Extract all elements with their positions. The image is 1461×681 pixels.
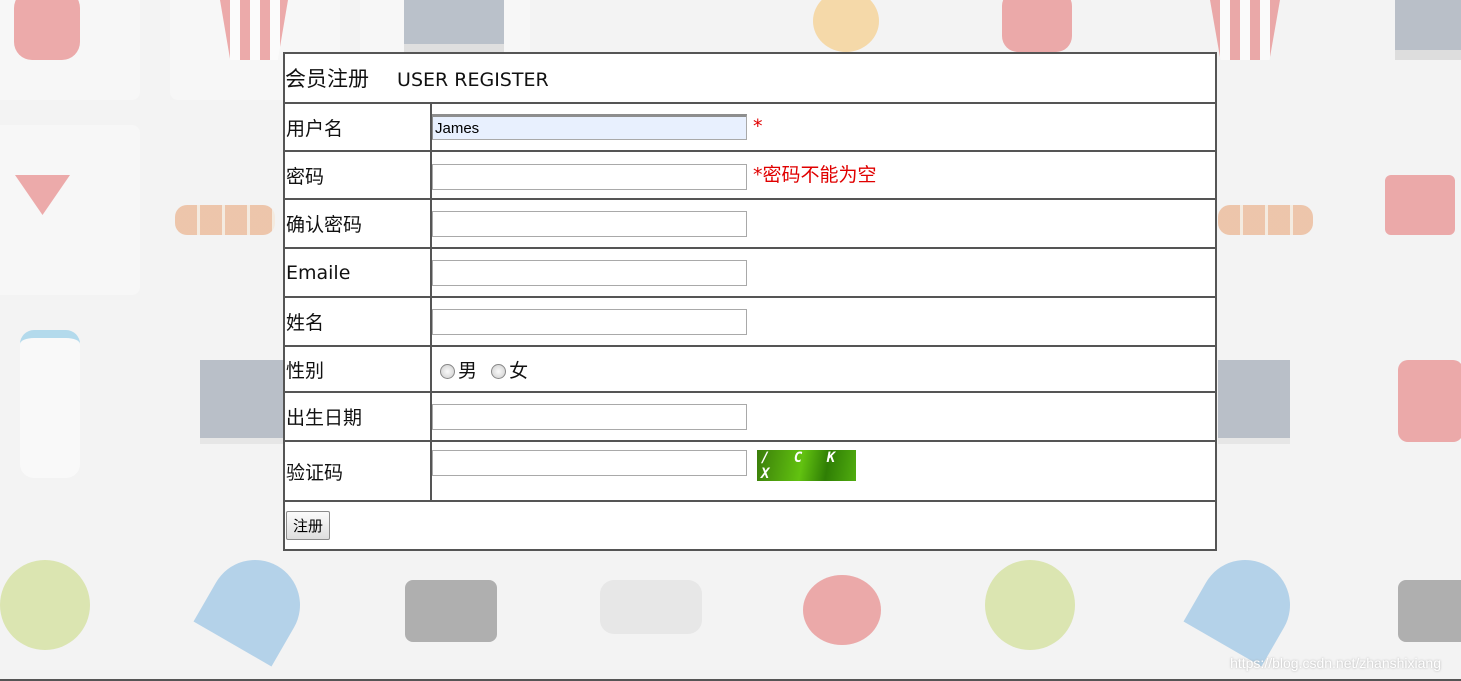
watermark: https://blog.csdn.net/zhanshixiang	[1230, 655, 1441, 671]
gender-male-label: 男	[458, 359, 478, 382]
gender-row: 性别 男 女	[283, 345, 1217, 393]
eggs-icon	[1218, 205, 1313, 235]
umbrella-icon	[1183, 543, 1307, 667]
confirm-password-label: 确认密码	[283, 198, 432, 249]
username-required-marker: *	[753, 115, 763, 138]
name-row: 姓名	[283, 296, 1217, 347]
name-input[interactable]	[432, 308, 747, 335]
name-label: 姓名	[283, 296, 432, 347]
captcha-input[interactable]	[432, 450, 747, 476]
gender-female-label: 女	[509, 359, 529, 382]
birthday-row: 出生日期	[283, 391, 1217, 442]
apple-icon	[14, 0, 80, 60]
username-input[interactable]	[432, 114, 747, 140]
confirm-password-row: 确认密码	[283, 198, 1217, 249]
email-label: Emaile	[283, 247, 432, 298]
gamepad-icon	[600, 580, 702, 634]
username-row: 用户名 *	[283, 102, 1217, 152]
laptop-icon	[200, 360, 285, 444]
title-english: USER REGISTER	[397, 69, 549, 91]
popcorn-icon	[220, 0, 288, 60]
kiwi-icon	[0, 560, 90, 650]
password-row: 密码 *密码不能为空	[283, 150, 1217, 200]
password-error: *密码不能为空	[753, 164, 877, 187]
password-label: 密码	[283, 150, 432, 200]
camera-icon	[405, 580, 497, 642]
captcha-image[interactable]: / C K X	[757, 450, 857, 482]
password-input[interactable]	[432, 163, 747, 190]
camera-icon	[1398, 580, 1461, 642]
username-label: 用户名	[283, 102, 432, 152]
email-row: Emaile	[283, 247, 1217, 298]
form-header: 会员注册 USER REGISTER	[283, 52, 1217, 104]
laptop-icon	[1218, 360, 1290, 444]
confirm-password-input[interactable]	[432, 210, 747, 237]
register-button[interactable]: 注册	[286, 511, 331, 540]
sneaker-icon	[1385, 175, 1455, 235]
gender-male-radio[interactable]	[440, 363, 455, 379]
orange-icon	[813, 0, 879, 52]
captcha-row: 验证码 / C K X	[283, 440, 1217, 502]
umbrella-icon	[193, 543, 317, 667]
kiwi-icon	[985, 560, 1075, 650]
popcorn-icon	[1210, 0, 1280, 60]
email-input[interactable]	[432, 259, 747, 286]
register-form: 会员注册 USER REGISTER 用户名 * 密码 *密码不能为空 确认密码…	[283, 52, 1217, 551]
captcha-label: 验证码	[283, 440, 432, 502]
birthday-input[interactable]	[432, 403, 747, 430]
monitor-icon	[1395, 0, 1461, 60]
laptop-icon	[404, 0, 504, 52]
submit-row: 注册	[283, 500, 1217, 551]
gender-label: 性别	[283, 345, 432, 393]
birthday-label: 出生日期	[283, 391, 432, 442]
cherries-icon	[803, 575, 881, 645]
gender-female-radio[interactable]	[491, 363, 507, 379]
gift-icon	[1002, 0, 1072, 52]
eggs-icon	[175, 205, 275, 235]
milk-bottle-icon	[20, 330, 80, 478]
title-chinese: 会员注册	[285, 67, 369, 91]
ipod-icon	[1398, 360, 1461, 442]
